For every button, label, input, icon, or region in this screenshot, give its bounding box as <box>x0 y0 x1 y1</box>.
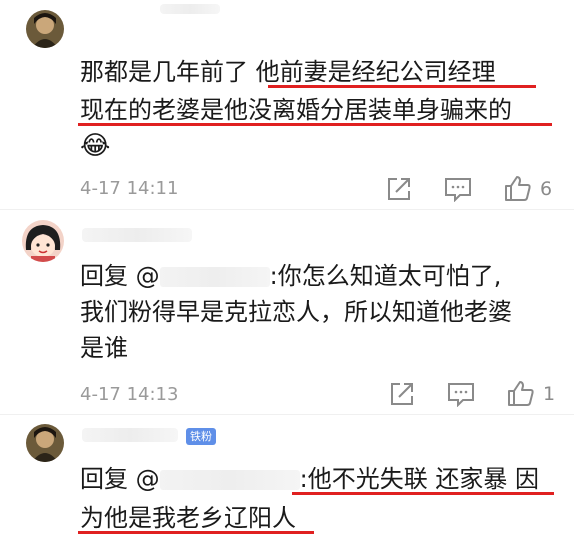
avatar[interactable] <box>26 10 64 48</box>
laughing-emoji: 😂 <box>80 131 111 161</box>
share-icon[interactable] <box>386 176 412 206</box>
comment-text-line: 现在的老婆是他没离婚分居装单身骗来的 <box>80 96 512 124</box>
comment-text-line: 回复 @ :你怎么知道太可怕了, <box>80 261 501 291</box>
divider <box>0 414 574 415</box>
fan-badge: 铁粉 <box>186 428 216 445</box>
comment-text-segment: :你怎么知道太可怕了, <box>269 262 502 290</box>
comment-timestamp: 4-17 14:13 <box>80 384 179 405</box>
red-underline <box>78 531 314 534</box>
red-underline <box>292 492 554 495</box>
comment-text-line: 回复 @ :他不光失联 还家暴 因 <box>80 464 539 494</box>
comment-text-line: 是谁 <box>80 334 128 362</box>
avatar[interactable] <box>26 424 64 462</box>
mention-redacted[interactable] <box>159 470 300 490</box>
comment-timestamp: 4-17 14:11 <box>80 178 179 199</box>
share-icon[interactable] <box>389 381 415 411</box>
username-redacted <box>160 4 220 14</box>
username-redacted <box>82 428 178 442</box>
comment-text-line: 那都是几年前了 他前妻是经纪公司经理 <box>80 57 496 87</box>
reply-prefix[interactable]: 回复 @ <box>80 465 160 493</box>
username-redacted <box>82 228 192 242</box>
thumbs-up-icon[interactable] <box>507 379 535 411</box>
comment-text-segment: 那都是几年前了 <box>80 58 256 86</box>
like-count: 1 <box>543 383 556 405</box>
like-count: 6 <box>540 178 553 200</box>
red-underline <box>268 85 536 88</box>
reply-prefix[interactable]: 回复 @ <box>80 262 160 290</box>
comment-text-line: 为他是我老乡辽阳人 <box>80 504 296 532</box>
comment-text-segment-highlighted: 他前妻是经纪公司经理 <box>255 58 496 86</box>
thumbs-up-icon[interactable] <box>504 174 532 206</box>
avatar[interactable] <box>22 220 64 262</box>
comment-text-line: 我们粉得早是克拉恋人，所以知道他老婆 <box>80 298 512 326</box>
comment-icon[interactable] <box>447 381 475 411</box>
red-underline <box>78 123 552 126</box>
comment-text-segment-highlighted: :他不光失联 还家暴 因 <box>299 465 539 493</box>
comment-icon[interactable] <box>444 176 472 206</box>
divider <box>0 209 574 210</box>
mention-redacted[interactable] <box>159 267 270 287</box>
